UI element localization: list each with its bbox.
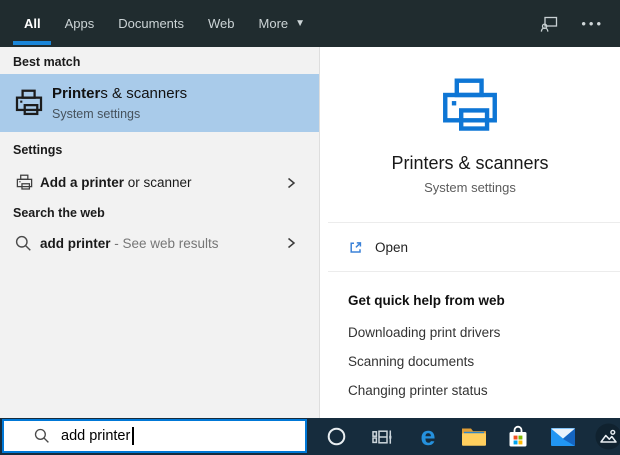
photos-icon (595, 423, 620, 450)
search-the-web-heading: Search the web (13, 206, 105, 220)
preview-title: Printers & scanners (320, 153, 620, 174)
divider (328, 222, 620, 223)
filter-tabs: All Apps Documents Web More ▼ (0, 0, 305, 47)
best-match-heading: Best match (13, 55, 80, 69)
search-query-text: add printer (61, 428, 130, 444)
result-web-search[interactable]: add printer - See web results (0, 225, 319, 261)
preview-subtitle: System settings (320, 180, 620, 195)
taskbar-file-explorer-button[interactable] (460, 423, 488, 451)
tab-apps-label: Apps (65, 16, 95, 31)
tab-web[interactable]: Web (208, 0, 235, 47)
taskbar-edge-button[interactable]: e (414, 423, 442, 451)
search-icon (15, 235, 32, 252)
chevron-down-icon: ▼ (295, 18, 305, 29)
open-button[interactable]: Open (320, 232, 620, 262)
chevron-right-icon (286, 236, 296, 250)
tab-apps[interactable]: Apps (65, 0, 95, 47)
help-link-changing-printer-status[interactable]: Changing printer status (348, 383, 488, 398)
result-subtitle: System settings (52, 107, 140, 121)
feedback-button[interactable] (539, 14, 559, 34)
active-tab-indicator (13, 41, 51, 45)
tab-documents-label: Documents (118, 16, 184, 31)
feedback-icon (539, 14, 559, 34)
file-explorer-icon (461, 426, 487, 448)
help-link-scanning-documents[interactable]: Scanning documents (348, 354, 474, 369)
result-printers-and-scanners[interactable]: Printers & scanners System settings (0, 74, 319, 132)
result-preview-panel: Printers & scanners System settings Open… (319, 47, 620, 418)
text-caret (132, 427, 134, 445)
result-add-a-printer-or-scanner[interactable]: Add a printer or scanner (0, 163, 319, 202)
chevron-right-icon (286, 176, 296, 190)
search-icon (34, 428, 50, 444)
help-link-downloading-print-drivers[interactable]: Downloading print drivers (348, 325, 500, 340)
taskbar-mail-button[interactable] (549, 423, 577, 451)
tab-documents[interactable]: Documents (118, 0, 184, 47)
printer-icon (15, 173, 34, 192)
taskbar-photos-button[interactable] (594, 423, 620, 451)
edge-icon: e (420, 423, 435, 450)
tab-all-label: All (24, 16, 41, 31)
taskbar: add printer e (0, 418, 620, 455)
taskbar-search-input[interactable]: add printer (2, 419, 307, 453)
help-heading: Get quick help from web (348, 293, 505, 308)
result-label: add printer - See web results (40, 236, 219, 251)
store-icon (506, 424, 530, 450)
result-title: Printers & scanners (52, 85, 187, 102)
cortana-icon (327, 427, 346, 446)
mail-icon (550, 427, 576, 447)
tab-more[interactable]: More ▼ (259, 0, 306, 47)
search-filter-bar: All Apps Documents Web More ▼ (0, 0, 620, 47)
tab-more-label: More (259, 16, 289, 31)
result-label: Add a printer or scanner (40, 175, 192, 190)
tab-web-label: Web (208, 16, 235, 31)
tab-all[interactable]: All (24, 0, 41, 47)
settings-heading: Settings (13, 143, 62, 157)
printer-icon-large (437, 73, 503, 139)
more-options-button[interactable]: ••• (581, 17, 604, 30)
open-icon (348, 240, 363, 255)
taskbar-store-button[interactable] (504, 423, 532, 451)
search-results-panel: Best match Printers & scanners System se… (0, 47, 319, 418)
printer-icon (13, 87, 45, 119)
windows-search-flyout: All Apps Documents Web More ▼ (0, 0, 620, 455)
divider (328, 271, 620, 272)
taskbar-task-view-button[interactable] (368, 423, 396, 451)
task-view-icon (371, 426, 393, 448)
open-label: Open (375, 240, 408, 255)
taskbar-cortana-button[interactable] (322, 423, 350, 451)
